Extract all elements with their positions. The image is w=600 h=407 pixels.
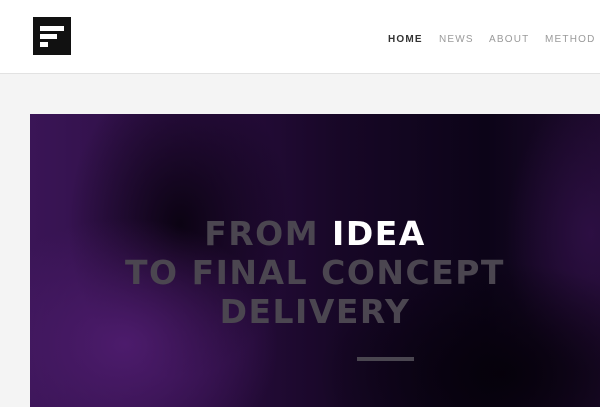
logo-bar <box>40 34 57 39</box>
nav-home[interactable]: HOME <box>388 34 423 45</box>
logo-bar <box>40 42 48 47</box>
logo-icon[interactable] <box>33 17 71 55</box>
site-header: HOME NEWS ABOUT METHOD <box>0 0 600 74</box>
hero-divider <box>357 357 414 361</box>
hero-headline-line3: DELIVERY <box>219 292 411 331</box>
hero-line1-prefix: FROM <box>204 214 320 253</box>
hero-banner: FROM IDEA TO FINAL CONCEPT DELIVERY <box>30 114 600 407</box>
hero-headline-line2: TO FINAL CONCEPT <box>125 253 505 292</box>
nav-method[interactable]: METHOD <box>545 34 596 45</box>
hero-line1-highlight: IDEA <box>332 214 426 253</box>
nav-news[interactable]: NEWS <box>439 34 474 45</box>
hero-headline-line1: FROM IDEA <box>30 214 600 254</box>
nav-about[interactable]: ABOUT <box>489 34 529 45</box>
logo-bar <box>40 26 64 31</box>
